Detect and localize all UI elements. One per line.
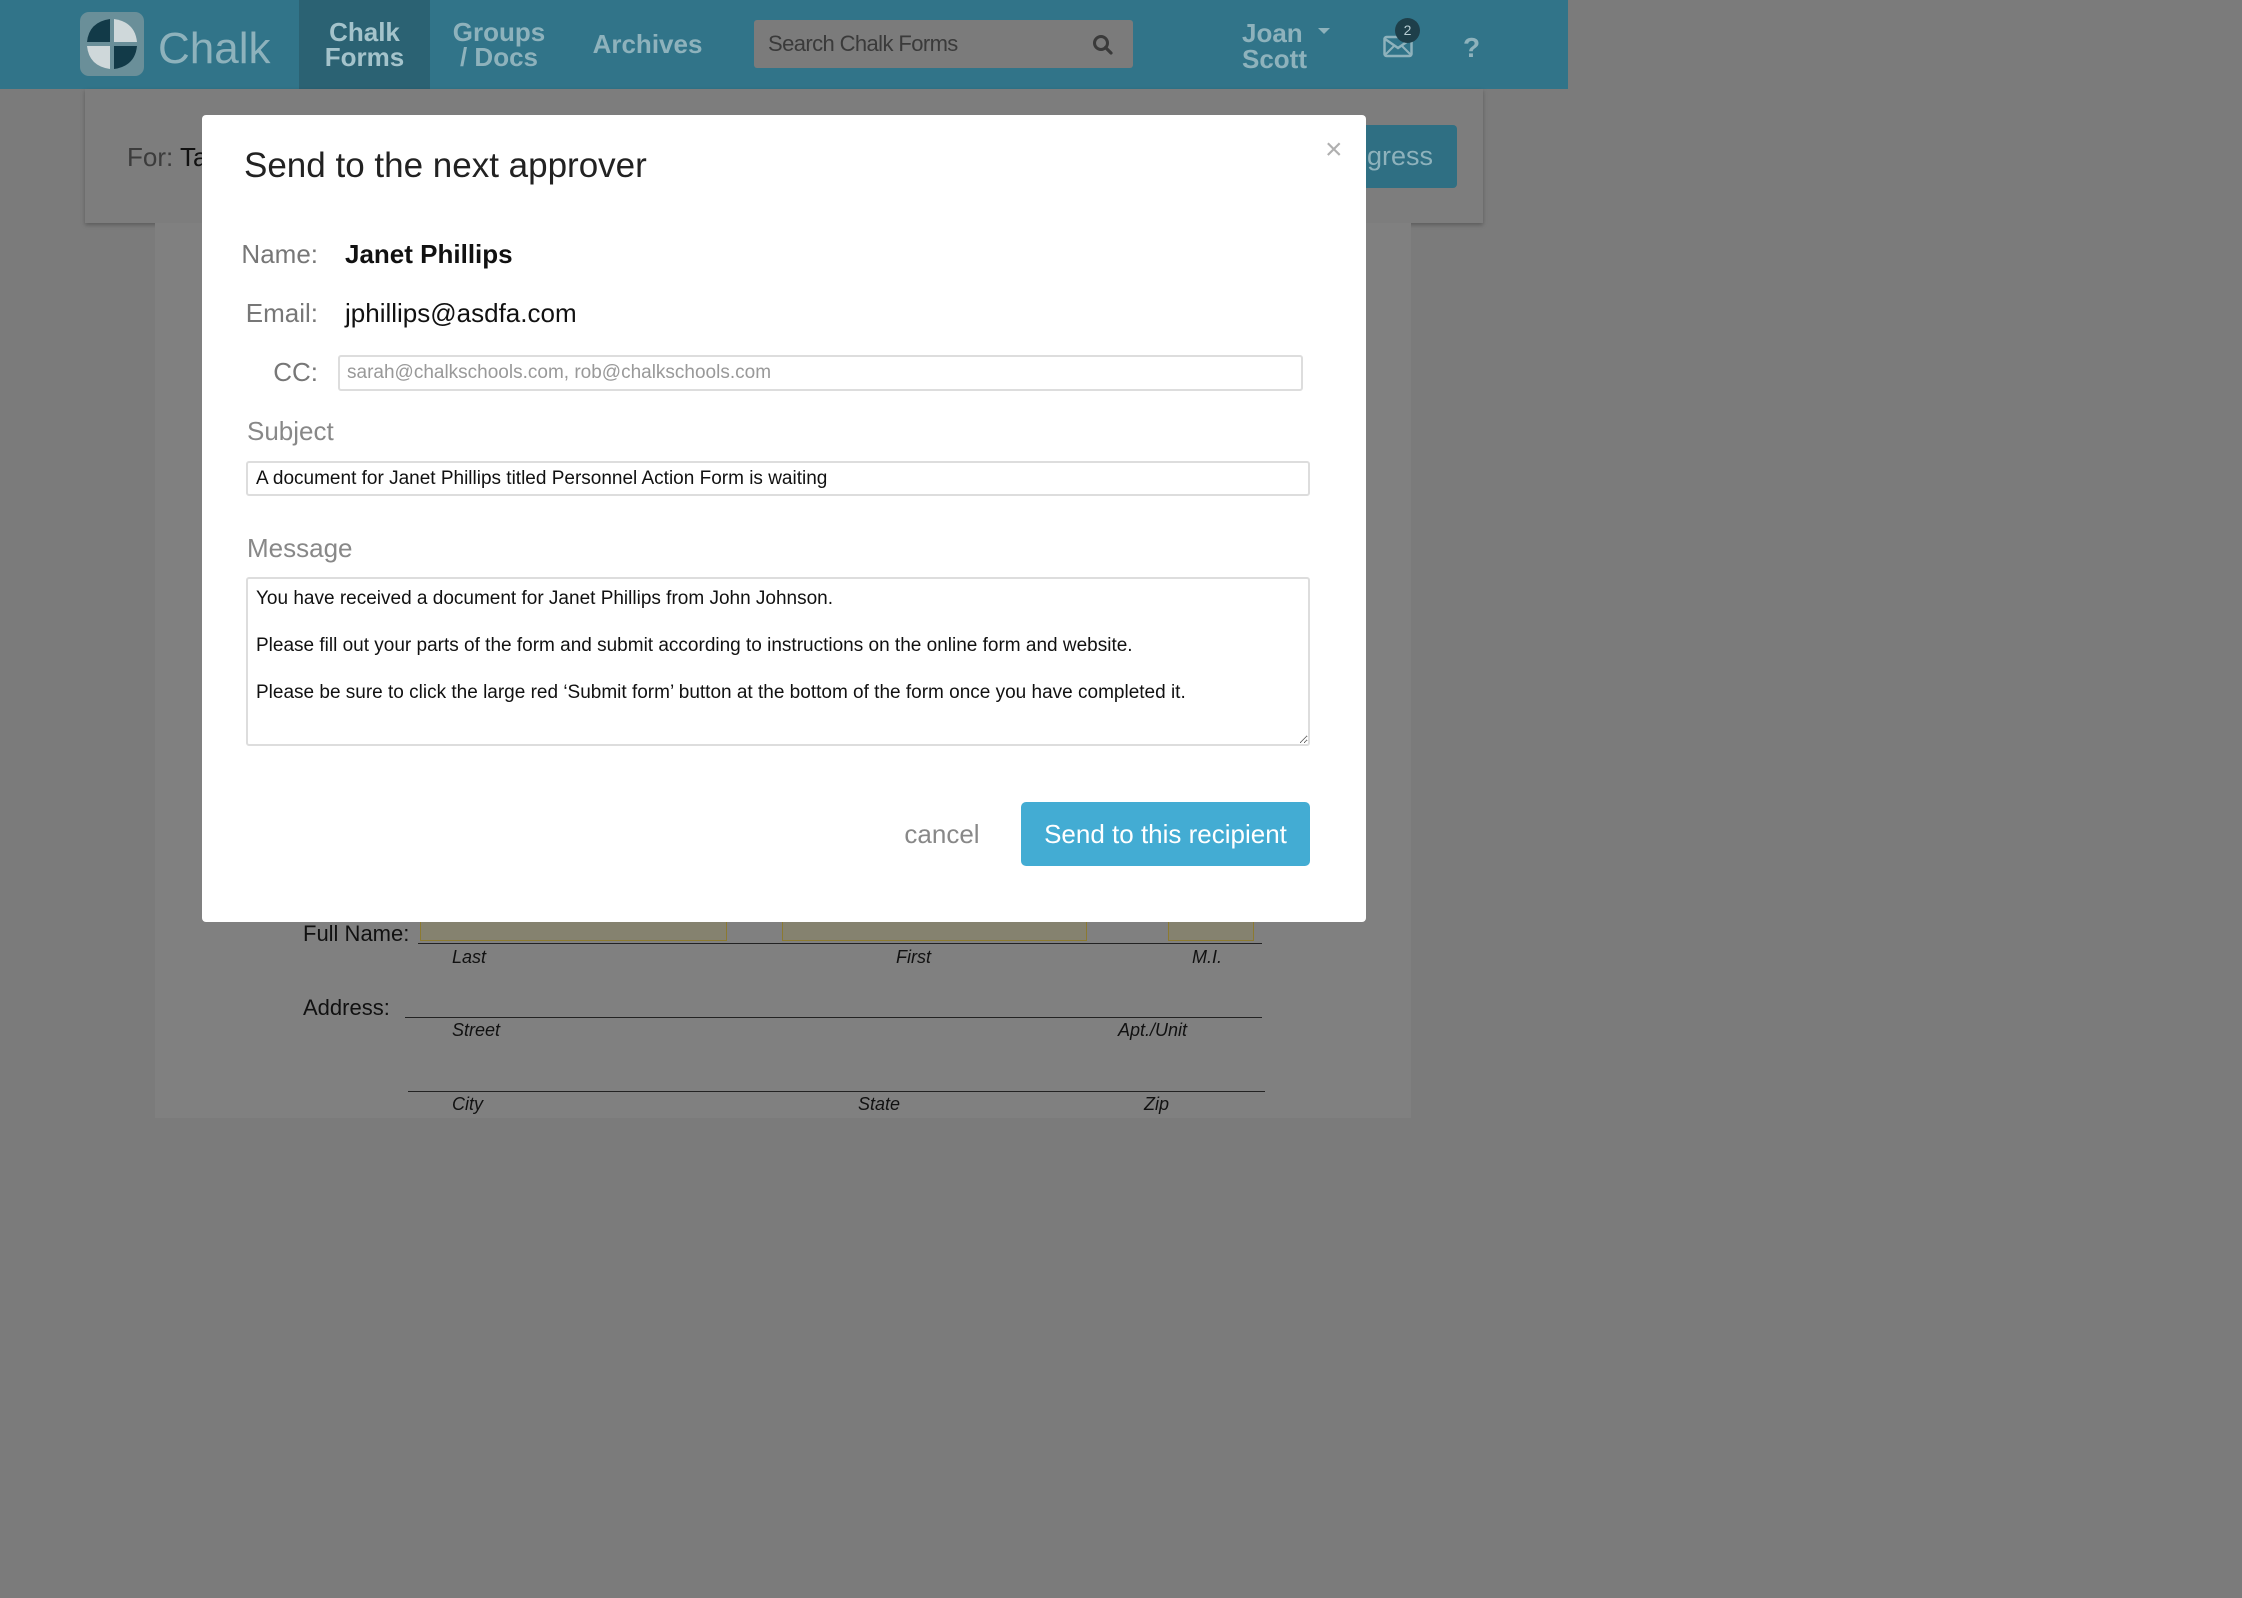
nav-groups-docs-line2: / Docs (459, 41, 538, 72)
for-field: For: Ta (127, 142, 207, 173)
search-box (754, 20, 1133, 68)
full-name-label: Full Name: (303, 921, 410, 946)
for-label: For: (127, 142, 174, 172)
last-caption: Last (452, 947, 487, 967)
cc-label: CC: (273, 357, 318, 387)
subject-label: Subject (247, 416, 334, 446)
name-value: Janet Phillips (345, 239, 513, 269)
zip-caption: Zip (1144, 1094, 1170, 1114)
send-approver-modal (202, 115, 1366, 922)
chalk-logo-icon[interactable] (80, 12, 144, 76)
modal-title: Send to the next approver (244, 146, 647, 185)
apt-caption: Apt./Unit (1118, 1020, 1188, 1040)
search-input[interactable] (754, 20, 1084, 68)
nav-chalk-forms-line2: Forms (324, 41, 405, 72)
name-underline (418, 943, 1262, 944)
street-underline (405, 1017, 1262, 1018)
cc-input[interactable] (338, 355, 1303, 391)
city-underline (408, 1091, 1265, 1092)
cancel-button[interactable]: cancel (880, 806, 1004, 862)
state-caption: State (858, 1094, 901, 1114)
nav-groups-docs[interactable]: Groups / Docs (440, 0, 558, 89)
help-icon[interactable]: ? (1463, 32, 1480, 64)
nav-archives[interactable]: Archives (580, 0, 715, 89)
message-label: Message (247, 533, 353, 563)
message-textarea[interactable]: You have received a document for Janet P… (246, 577, 1310, 746)
email-label: Email: (245, 298, 318, 328)
user-last-name: Scott (1242, 44, 1307, 74)
email-value: jphillips@asdfa.com (345, 298, 577, 328)
nav-chalk-forms[interactable]: Chalk Forms (299, 0, 430, 89)
street-caption: Street (452, 1020, 501, 1040)
notification-badge[interactable]: 2 (1395, 18, 1420, 43)
subject-input[interactable] (246, 461, 1310, 496)
user-menu[interactable]: Joan Scott (1242, 20, 1307, 72)
close-icon[interactable]: × (1325, 135, 1343, 165)
city-caption: City (452, 1094, 483, 1114)
address-label: Address: (303, 995, 390, 1020)
caret-down-icon[interactable] (1318, 28, 1330, 34)
name-label: Name: (241, 239, 318, 269)
search-icon[interactable] (1092, 34, 1114, 56)
nav-archives-label: Archives (592, 29, 703, 59)
top-navbar: Chalk ChalkForms Groups/ Docs Archives J… (0, 0, 1568, 89)
send-to-recipient-button[interactable]: Send to this recipient (1021, 802, 1310, 866)
mi-caption: M.I. (1192, 947, 1222, 967)
first-caption: First (896, 947, 931, 967)
brand-name[interactable]: Chalk (158, 24, 271, 74)
